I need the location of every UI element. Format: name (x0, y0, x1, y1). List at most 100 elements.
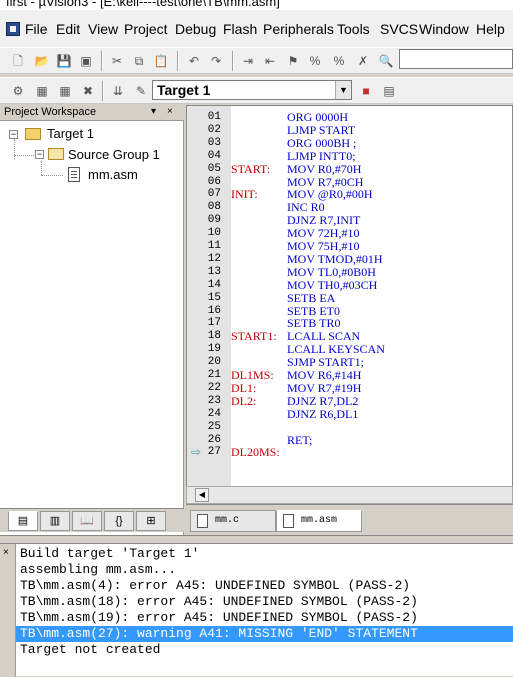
next-bookmark-icon[interactable]: % (307, 53, 323, 69)
target-select[interactable]: Target 1 ▼ (152, 80, 352, 100)
download-icon[interactable]: ⇊ (110, 83, 126, 99)
line-number: 02 (207, 123, 221, 136)
menu-flash[interactable]: Flash (223, 21, 257, 37)
registers-tab-icon[interactable]: ▥ (40, 511, 70, 531)
line-number: 27 (207, 446, 221, 459)
find-input[interactable] (399, 49, 513, 69)
code-instruction: LJMP START (287, 122, 356, 137)
unindent-icon[interactable]: ⇤ (262, 53, 278, 69)
tab-mm-c[interactable]: mm.c (190, 510, 276, 532)
build-icon[interactable]: ▦ (34, 83, 50, 99)
output-line[interactable]: TB\mm.asm(18): error A45: UNDEFINED SYMB… (16, 594, 513, 610)
line-number: 11 (207, 240, 221, 252)
tree-line (41, 161, 42, 175)
line-number: 18 (207, 330, 221, 343)
find-in-files-icon[interactable]: 🔍 (378, 53, 394, 69)
code-instruction: LCALL SCAN (287, 329, 361, 344)
code-instruction: LJMP INTT0; (287, 148, 356, 163)
chevron-down-icon[interactable]: ▼ (335, 81, 351, 99)
code-instruction: RET; (287, 432, 313, 447)
tree-item-file[interactable]: mm.asm (88, 167, 138, 182)
code-label: DL2: (231, 393, 257, 408)
menu-project[interactable]: Project (124, 21, 168, 37)
code-instruction: SETB TR0 (287, 316, 341, 331)
tree-line (14, 155, 34, 156)
code-instruction: DJNZ R7,DL2 (287, 393, 359, 408)
line-number: 22 (207, 381, 221, 394)
code-instruction: MOV @R0,#00H (287, 187, 373, 202)
menu-svcs[interactable]: SVCS (380, 21, 418, 37)
menu-window[interactable]: Window (419, 21, 469, 37)
line-number: 09 (207, 214, 221, 227)
prev-bookmark-icon[interactable]: % (331, 53, 347, 69)
new-file-icon[interactable]: 🗋 (10, 53, 26, 69)
code-instruction: MOV TL0,#0B0H (287, 264, 376, 279)
code-instruction: LCALL KEYSCAN (287, 342, 385, 357)
workspace-header: Project Workspace ▾ × (0, 105, 184, 121)
current-line-arrow-icon: ⇨ (191, 445, 202, 460)
menu-peripherals[interactable]: Peripherals (263, 21, 334, 37)
code-instruction: MOV R6,#14H (287, 368, 362, 382)
horizontal-scrollbar[interactable]: ◀ (186, 486, 513, 504)
copy-icon[interactable]: ⧉ (131, 53, 147, 69)
books-tab-icon[interactable]: 📖 (72, 511, 102, 531)
collapse-icon[interactable]: − (35, 150, 44, 159)
app-icon[interactable] (6, 22, 20, 36)
scroll-left-icon[interactable]: ◀ (195, 488, 209, 502)
clear-bookmarks-icon[interactable]: ✗ (355, 53, 371, 69)
pin-icon[interactable]: ▾ (151, 106, 156, 117)
components-icon[interactable]: ■ (358, 83, 374, 99)
code-label: DL1MS: (231, 368, 274, 382)
rebuild-icon[interactable]: ▦ (57, 83, 73, 99)
file-extensions-icon[interactable]: ▤ (381, 83, 397, 99)
menu-help[interactable]: Help (476, 21, 505, 37)
close-icon[interactable]: × (3, 547, 9, 558)
save-icon[interactable]: 💾 (56, 53, 72, 69)
menu-tools[interactable]: Tools (337, 21, 370, 37)
code-instruction: ORG 000BH ; (287, 135, 357, 150)
tab-label: mm.asm (301, 515, 338, 526)
output-line[interactable]: assembling mm.asm... (16, 562, 513, 578)
output-gutter: × (0, 544, 16, 677)
file-icon (197, 514, 208, 528)
indent-icon[interactable]: ⇥ (240, 53, 256, 69)
files-tab-icon[interactable]: ▤ (8, 511, 38, 531)
tree-item-target[interactable]: Target 1 (47, 126, 94, 141)
menu-view[interactable]: View (88, 21, 118, 37)
save-all-icon[interactable]: ▣ (78, 53, 94, 69)
cut-icon[interactable]: ✂ (109, 53, 125, 69)
collapse-icon[interactable]: − (9, 130, 18, 139)
output-line[interactable]: Build target 'Target 1' (16, 546, 513, 562)
folder-open-icon (48, 148, 64, 160)
paste-icon[interactable]: 📋 (153, 53, 169, 69)
menu-file[interactable]: File (25, 21, 48, 37)
line-number: 15 (207, 291, 221, 304)
templates-tab-icon[interactable]: ⊞ (136, 511, 166, 531)
functions-tab-icon[interactable]: {} (104, 511, 134, 531)
build-toolbar: ⚙ ▦ ▦ ✖ ⇊ ✎ Target 1 ▼ ■ ▤ (0, 77, 513, 104)
code-editor[interactable]: 01 02 03 04 05 06 07 08 09 10 11 12 13 14 15 16 17 18 19 20… (186, 105, 513, 505)
code-instruction: MOV TMOD,#01H (287, 251, 383, 266)
stop-build-icon[interactable]: ✖ (80, 83, 96, 99)
close-icon[interactable]: × (167, 106, 173, 117)
open-file-icon[interactable]: 📂 (34, 53, 50, 69)
menu-edit[interactable]: Edit (56, 21, 80, 37)
undo-icon[interactable]: ↶ (186, 53, 202, 69)
line-number: 08 (207, 201, 221, 214)
output-line[interactable]: TB\mm.asm(27): warning A41: MISSING 'END… (16, 626, 513, 642)
code-instruction: MOV 72H,#10 (287, 226, 360, 241)
bookmark-icon[interactable]: ⚑ (285, 53, 301, 69)
tab-mm-asm[interactable]: mm.asm (276, 510, 362, 532)
output-line[interactable]: TB\mm.asm(19): error A45: UNDEFINED SYMB… (16, 610, 513, 626)
tree-item-source-group[interactable]: Source Group 1 (68, 147, 160, 162)
workspace-title: Project Workspace (4, 106, 97, 118)
translate-icon[interactable]: ⚙ (10, 83, 26, 99)
target-options-icon[interactable]: ✎ (133, 83, 149, 99)
menu-debug[interactable]: Debug (175, 21, 216, 37)
redo-icon[interactable]: ↷ (208, 53, 224, 69)
line-number: 25 (207, 420, 221, 433)
output-line[interactable]: Target not created (16, 642, 513, 658)
output-splitter[interactable] (0, 535, 513, 543)
output-line[interactable]: TB\mm.asm(4): error A45: UNDEFINED SYMBO… (16, 578, 513, 594)
line-number: 24 (207, 407, 221, 420)
